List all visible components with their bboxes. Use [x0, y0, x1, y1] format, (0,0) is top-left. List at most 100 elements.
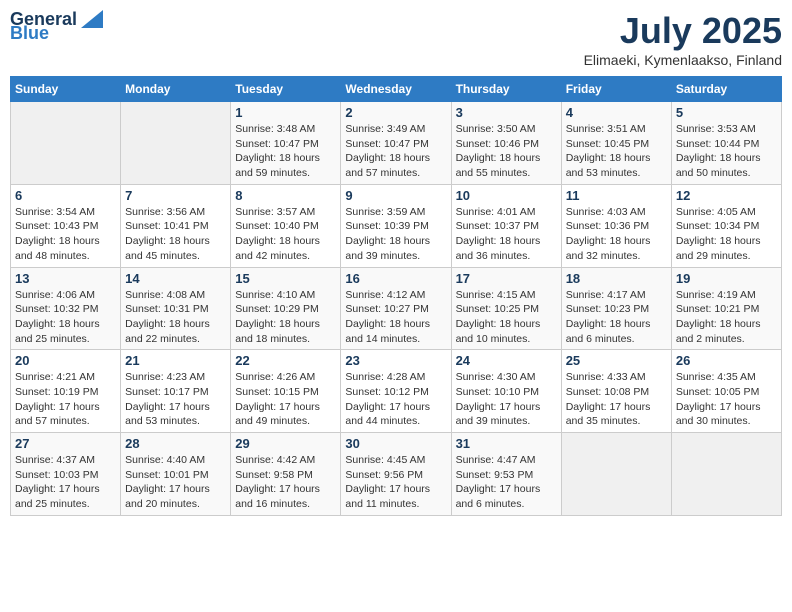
day-info: Sunrise: 4:33 AM Sunset: 10:08 PM Daylig… — [566, 370, 667, 429]
day-info: Sunrise: 4:26 AM Sunset: 10:15 PM Daylig… — [235, 370, 336, 429]
calendar-cell: 8 Sunrise: 3:57 AM Sunset: 10:40 PM Dayli… — [231, 184, 341, 267]
day-info: Sunrise: 4:03 AM Sunset: 10:36 PM Daylig… — [566, 205, 667, 264]
header-tuesday: Tuesday — [231, 77, 341, 102]
calendar-header-row: Sunday Monday Tuesday Wednesday Thursday… — [11, 77, 782, 102]
day-number: 20 — [15, 353, 116, 368]
header-friday: Friday — [561, 77, 671, 102]
day-number: 16 — [345, 271, 446, 286]
calendar-row-5: 27 Sunrise: 4:37 AM Sunset: 10:03 PM Dayl… — [11, 433, 782, 516]
day-number: 21 — [125, 353, 226, 368]
header-saturday: Saturday — [671, 77, 781, 102]
day-info: Sunrise: 4:28 AM Sunset: 10:12 PM Daylig… — [345, 370, 446, 429]
logo: General Blue — [10, 10, 103, 42]
calendar-cell: 27 Sunrise: 4:37 AM Sunset: 10:03 PM Dayl… — [11, 433, 121, 516]
calendar-row-3: 13 Sunrise: 4:06 AM Sunset: 10:32 PM Dayl… — [11, 267, 782, 350]
calendar-cell — [671, 433, 781, 516]
calendar-cell: 2 Sunrise: 3:49 AM Sunset: 10:47 PM Dayli… — [341, 102, 451, 185]
day-number: 27 — [15, 436, 116, 451]
day-number: 2 — [345, 105, 446, 120]
calendar-cell: 14 Sunrise: 4:08 AM Sunset: 10:31 PM Dayl… — [121, 267, 231, 350]
day-number: 15 — [235, 271, 336, 286]
calendar-cell: 17 Sunrise: 4:15 AM Sunset: 10:25 PM Dayl… — [451, 267, 561, 350]
day-info: Sunrise: 4:37 AM Sunset: 10:03 PM Daylig… — [15, 453, 116, 512]
calendar-cell: 12Sunrise: 4:05 AM Sunset: 10:34 PM Dayl… — [671, 184, 781, 267]
calendar-cell — [561, 433, 671, 516]
calendar-cell: 10 Sunrise: 4:01 AM Sunset: 10:37 PM Dayl… — [451, 184, 561, 267]
calendar-cell — [121, 102, 231, 185]
day-number: 6 — [15, 188, 116, 203]
day-number: 1 — [235, 105, 336, 120]
day-info: Sunrise: 3:57 AM Sunset: 10:40 PM Daylig… — [235, 205, 336, 264]
day-number: 10 — [456, 188, 557, 203]
day-number: 28 — [125, 436, 226, 451]
day-number: 5 — [676, 105, 777, 120]
day-info: Sunrise: 4:30 AM Sunset: 10:10 PM Daylig… — [456, 370, 557, 429]
day-info: Sunrise: 3:54 AM Sunset: 10:43 PM Daylig… — [15, 205, 116, 264]
header-wednesday: Wednesday — [341, 77, 451, 102]
calendar-table: Sunday Monday Tuesday Wednesday Thursday… — [10, 76, 782, 516]
calendar-row-1: 1Sunrise: 3:48 AM Sunset: 10:47 PM Dayli… — [11, 102, 782, 185]
day-info: Sunrise: 4:21 AM Sunset: 10:19 PM Daylig… — [15, 370, 116, 429]
day-info: Sunrise: 4:06 AM Sunset: 10:32 PM Daylig… — [15, 288, 116, 347]
title-block: July 2025 Elimaeki, Kymenlaakso, Finland — [584, 10, 782, 68]
calendar-cell: 22 Sunrise: 4:26 AM Sunset: 10:15 PM Dayl… — [231, 350, 341, 433]
calendar-cell: 7 Sunrise: 3:56 AM Sunset: 10:41 PM Dayli… — [121, 184, 231, 267]
day-info: Sunrise: 3:51 AM Sunset: 10:45 PM Daylig… — [566, 122, 667, 181]
day-info: Sunrise: 3:59 AM Sunset: 10:39 PM Daylig… — [345, 205, 446, 264]
header-monday: Monday — [121, 77, 231, 102]
day-number: 3 — [456, 105, 557, 120]
day-info: Sunrise: 4:10 AM Sunset: 10:29 PM Daylig… — [235, 288, 336, 347]
day-number: 12 — [676, 188, 777, 203]
logo-icon — [81, 10, 103, 28]
day-number: 17 — [456, 271, 557, 286]
calendar-cell: 11 Sunrise: 4:03 AM Sunset: 10:36 PM Dayl… — [561, 184, 671, 267]
day-number: 30 — [345, 436, 446, 451]
calendar-cell: 15 Sunrise: 4:10 AM Sunset: 10:29 PM Dayl… — [231, 267, 341, 350]
day-number: 4 — [566, 105, 667, 120]
day-info: Sunrise: 3:53 AM Sunset: 10:44 PM Daylig… — [676, 122, 777, 181]
calendar-cell — [11, 102, 121, 185]
day-number: 14 — [125, 271, 226, 286]
calendar-cell: 30Sunrise: 4:45 AM Sunset: 9:56 PM Dayli… — [341, 433, 451, 516]
location-title: Elimaeki, Kymenlaakso, Finland — [584, 52, 782, 68]
day-info: Sunrise: 4:15 AM Sunset: 10:25 PM Daylig… — [456, 288, 557, 347]
day-info: Sunrise: 4:23 AM Sunset: 10:17 PM Daylig… — [125, 370, 226, 429]
day-info: Sunrise: 4:47 AM Sunset: 9:53 PM Dayligh… — [456, 453, 557, 512]
day-info: Sunrise: 4:19 AM Sunset: 10:21 PM Daylig… — [676, 288, 777, 347]
day-info: Sunrise: 4:35 AM Sunset: 10:05 PM Daylig… — [676, 370, 777, 429]
day-info: Sunrise: 3:56 AM Sunset: 10:41 PM Daylig… — [125, 205, 226, 264]
day-number: 25 — [566, 353, 667, 368]
day-info: Sunrise: 3:49 AM Sunset: 10:47 PM Daylig… — [345, 122, 446, 181]
day-number: 8 — [235, 188, 336, 203]
day-number: 24 — [456, 353, 557, 368]
day-number: 11 — [566, 188, 667, 203]
calendar-cell: 18Sunrise: 4:17 AM Sunset: 10:23 PM Dayl… — [561, 267, 671, 350]
day-number: 29 — [235, 436, 336, 451]
calendar-cell: 9 Sunrise: 3:59 AM Sunset: 10:39 PM Dayli… — [341, 184, 451, 267]
calendar-cell: 16 Sunrise: 4:12 AM Sunset: 10:27 PM Dayl… — [341, 267, 451, 350]
day-info: Sunrise: 4:08 AM Sunset: 10:31 PM Daylig… — [125, 288, 226, 347]
day-number: 31 — [456, 436, 557, 451]
day-number: 19 — [676, 271, 777, 286]
calendar-row-2: 6 Sunrise: 3:54 AM Sunset: 10:43 PM Dayli… — [11, 184, 782, 267]
calendar-row-4: 20 Sunrise: 4:21 AM Sunset: 10:19 PM Dayl… — [11, 350, 782, 433]
day-info: Sunrise: 3:50 AM Sunset: 10:46 PM Daylig… — [456, 122, 557, 181]
day-number: 9 — [345, 188, 446, 203]
page-header: General Blue July 2025 Elimaeki, Kymenla… — [10, 10, 782, 68]
header-sunday: Sunday — [11, 77, 121, 102]
calendar-cell: 3 Sunrise: 3:50 AM Sunset: 10:46 PM Dayli… — [451, 102, 561, 185]
header-thursday: Thursday — [451, 77, 561, 102]
day-info: Sunrise: 4:40 AM Sunset: 10:01 PM Daylig… — [125, 453, 226, 512]
calendar-cell: 24 Sunrise: 4:30 AM Sunset: 10:10 PM Dayl… — [451, 350, 561, 433]
calendar-cell: 20 Sunrise: 4:21 AM Sunset: 10:19 PM Dayl… — [11, 350, 121, 433]
calendar-cell: 23Sunrise: 4:28 AM Sunset: 10:12 PM Dayl… — [341, 350, 451, 433]
day-info: Sunrise: 4:12 AM Sunset: 10:27 PM Daylig… — [345, 288, 446, 347]
calendar-cell: 29Sunrise: 4:42 AM Sunset: 9:58 PM Dayli… — [231, 433, 341, 516]
day-number: 13 — [15, 271, 116, 286]
calendar-cell: 21 Sunrise: 4:23 AM Sunset: 10:17 PM Dayl… — [121, 350, 231, 433]
day-number: 22 — [235, 353, 336, 368]
day-number: 7 — [125, 188, 226, 203]
calendar-cell: 26Sunrise: 4:35 AM Sunset: 10:05 PM Dayl… — [671, 350, 781, 433]
day-info: Sunrise: 4:01 AM Sunset: 10:37 PM Daylig… — [456, 205, 557, 264]
calendar-cell: 4 Sunrise: 3:51 AM Sunset: 10:45 PM Dayli… — [561, 102, 671, 185]
